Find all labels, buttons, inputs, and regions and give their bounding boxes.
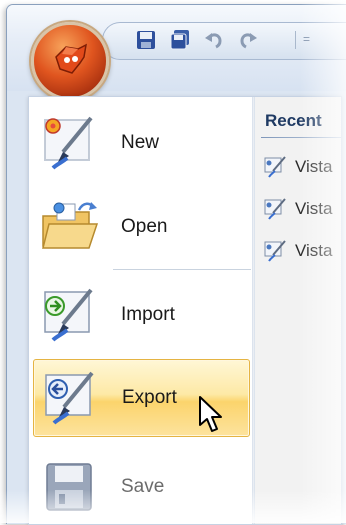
office-orb-logo [55,43,87,74]
office-menu: New Open Import Export Save Recent Vista… [28,96,342,525]
quick-access-toolbar: = [102,22,346,60]
qat-customize-button[interactable]: = [303,32,310,46]
document-icon [263,155,289,179]
mouse-cursor-icon [199,396,222,432]
menu-item-new[interactable]: New [33,105,248,181]
menu-separator [113,269,251,270]
menu-item-label: Import [121,304,175,325]
qat-undo-button[interactable] [201,27,227,53]
save-icon [137,31,155,49]
recent-documents-panel: Recent Vista Vista Vista [255,97,341,524]
qat-redo-button[interactable] [235,27,261,53]
save-all-icon [170,30,189,50]
new-document-icon [39,112,101,174]
export-icon [40,367,102,429]
menu-item-import[interactable]: Import [33,277,248,353]
import-icon [39,284,101,346]
menu-item-open[interactable]: Open [33,189,248,265]
office-orb-button[interactable] [31,22,109,100]
document-icon [263,197,289,221]
menu-item-label: Export [122,387,177,408]
menu-commands: New Open Import Export Save [29,97,252,524]
recent-documents-title: Recent [265,111,322,130]
recent-item[interactable]: Vista [263,237,333,265]
recent-item-label: Vista [295,199,333,218]
menu-item-label: Open [121,216,168,237]
menu-item-label: Save [121,476,165,497]
qat-separator [295,31,296,49]
menu-item-save[interactable]: Save [33,449,248,525]
recent-item-label: Vista [295,241,333,260]
undo-icon [205,33,222,49]
redo-icon [240,33,257,49]
qat-save-button[interactable] [133,27,159,53]
open-folder-icon [39,196,101,258]
recent-item[interactable]: Vista [263,195,333,223]
recent-item[interactable]: Vista [263,153,333,181]
menu-item-label: New [121,132,160,153]
save-disk-icon [39,456,101,518]
document-icon [263,239,289,263]
recent-title-underline [261,137,341,138]
qat-save-all-button[interactable] [167,27,193,53]
recent-item-label: Vista [295,157,333,176]
